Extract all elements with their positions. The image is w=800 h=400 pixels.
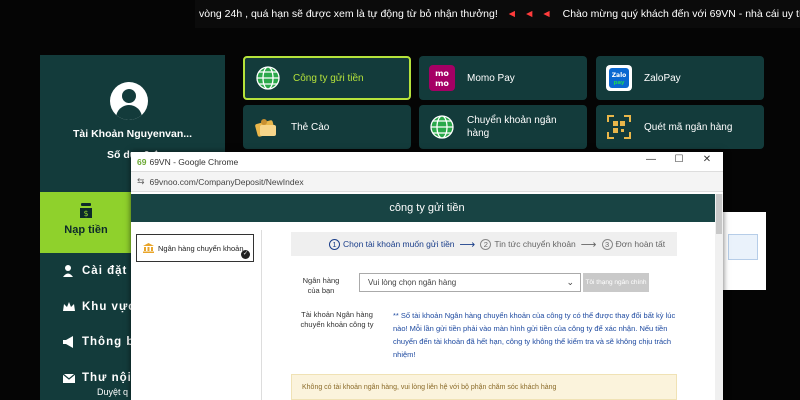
nav-notifications-label: Thông b (82, 336, 135, 348)
globe-icon (430, 115, 454, 139)
progress-steps: 1 Chọn tài khoản muốn gửi tiền ⟶ 2 Tin tức… (291, 232, 677, 256)
nav-settings-label: Cài đặt (82, 265, 128, 277)
nav-inbox-label: Thư nội (82, 372, 132, 384)
nav-inbox[interactable]: Thư nội (62, 368, 132, 388)
bank-select[interactable]: Vui lòng chọn ngân hàng ⌄ (359, 273, 581, 292)
divider (261, 230, 262, 400)
close-icon[interactable]: ✕ (695, 154, 719, 165)
payment-zalopay-label: ZaloPay (644, 72, 681, 84)
browser-popup-window: 69 69VN - Google Chrome — ☐ ✕ ⇆ 69vnoo.c… (131, 152, 723, 400)
maximize-icon[interactable]: ☐ (667, 154, 691, 165)
marquee-text-a: vòng 24h , quá hạn sẽ được xem là tự độn… (199, 8, 498, 20)
arrow-right-icon: ⟶ (580, 238, 597, 251)
company-account-label: Tài khoản Ngân hàng chuyển khoản công ty (300, 310, 374, 329)
nav-settings[interactable]: Cài đặt (62, 261, 127, 281)
payment-qr-bank[interactable]: Quét mã ngân hàng (596, 105, 764, 149)
crown-icon (63, 302, 75, 311)
marquee-separator: ◄ ◄ ◄ (506, 8, 554, 20)
card-icon (255, 119, 276, 137)
favicon: 69 (137, 156, 147, 167)
svg-text:Zalo: Zalo (612, 72, 627, 79)
no-account-warning: Không có tài khoản ngân hàng, vui lòng l… (291, 374, 677, 400)
step-2: 2 Tin tức chuyển khoản (480, 238, 576, 250)
payment-scratch-card[interactable]: Thẻ Cào (243, 105, 411, 149)
check-icon: ✓ (241, 250, 250, 259)
nav-region[interactable]: Khu vực (62, 297, 136, 317)
svg-text:$: $ (83, 209, 88, 218)
svg-text:mo: mo (435, 69, 449, 78)
payment-company-deposit[interactable]: Công ty gửi tiền (243, 56, 411, 100)
zalopay-icon: Zalo pay (606, 65, 632, 91)
nav-region-label: Khu vực (82, 301, 136, 313)
step-1: 1 Chọn tài khoản muốn gửi tiền (329, 238, 455, 250)
svg-text:mo: mo (435, 79, 449, 88)
qr-icon (607, 115, 631, 139)
payment-qr-bank-label: Quét mã ngân hàng (644, 121, 733, 133)
payment-momo-label: Momo Pay (467, 72, 515, 84)
money-bag-icon: $ (80, 203, 92, 218)
bank-select-value: Vui lòng chọn ngân hàng (368, 278, 457, 287)
browser-titlebar: 69 69VN - Google Chrome — ☐ ✕ (131, 152, 723, 172)
user-gear-icon (63, 265, 73, 277)
tab-bank-transfer-label: Ngân hàng chuyển khoản (158, 243, 244, 253)
megaphone-icon (63, 336, 73, 348)
momo-icon: mo mo (429, 65, 455, 91)
step-3: 3 Đơn hoàn tất (601, 238, 665, 250)
payment-scratch-card-label: Thẻ Cào (291, 121, 330, 133)
screen: vòng 24h , quá hạn sẽ được xem là tự độn… (0, 0, 800, 400)
account-name: Tài Khoản Nguyenvan... (72, 128, 193, 140)
svg-text:pay: pay (613, 80, 624, 86)
chevron-down-icon: ⌄ (566, 277, 574, 287)
address-bar[interactable]: ⇆ 69vnoo.com/CompanyDeposit/NewIndex (131, 172, 723, 192)
address-url: 69vnoo.com/CompanyDeposit/NewIndex (149, 176, 304, 187)
payment-bank-transfer-label: Chuyển khoản ngân hàng (467, 115, 557, 139)
avatar-icon[interactable] (110, 82, 148, 120)
nav-footer-text: Duyệt q (97, 387, 129, 397)
bank-icon (143, 243, 154, 253)
payment-momo[interactable]: mo mo Momo Pay (419, 56, 587, 100)
page-title: công ty gửi tiền (131, 194, 723, 222)
nav-deposit[interactable]: $ Nạp tiền (40, 192, 132, 253)
globe-icon (256, 66, 280, 90)
nav-notifications[interactable]: Thông b (62, 332, 134, 352)
site-info-icon[interactable]: ⇆ (137, 176, 145, 187)
background-panel (720, 212, 766, 290)
bank-action-button[interactable]: Tôi thạng ngân chính (583, 273, 649, 292)
browser-title: 69VN - Google Chrome (149, 156, 239, 167)
minimize-icon[interactable]: — (639, 154, 663, 165)
payment-company-deposit-label: Công ty gửi tiền (293, 72, 364, 84)
arrow-right-icon: ⟶ (459, 238, 476, 251)
mail-icon (62, 373, 76, 383)
tab-bank-transfer[interactable]: Ngân hàng chuyển khoản ✓ (136, 234, 254, 262)
nav-deposit-label: Nạp tiền (64, 224, 108, 236)
bank-label: Ngân hàng của bạn (302, 276, 340, 295)
payment-bank-transfer[interactable]: Chuyển khoản ngân hàng (419, 105, 587, 149)
marquee-text-b: Chào mừng quý khách đến với 69VN - nhà c… (562, 8, 800, 20)
announcement-marquee: vòng 24h , quá hạn sẽ được xem là tự độn… (195, 0, 800, 28)
scrollbar[interactable] (715, 194, 723, 400)
payment-zalopay[interactable]: Zalo pay ZaloPay (596, 56, 764, 100)
notice-text: ** Số tài khoản Ngân hàng chuyển khoản c… (393, 311, 676, 359)
